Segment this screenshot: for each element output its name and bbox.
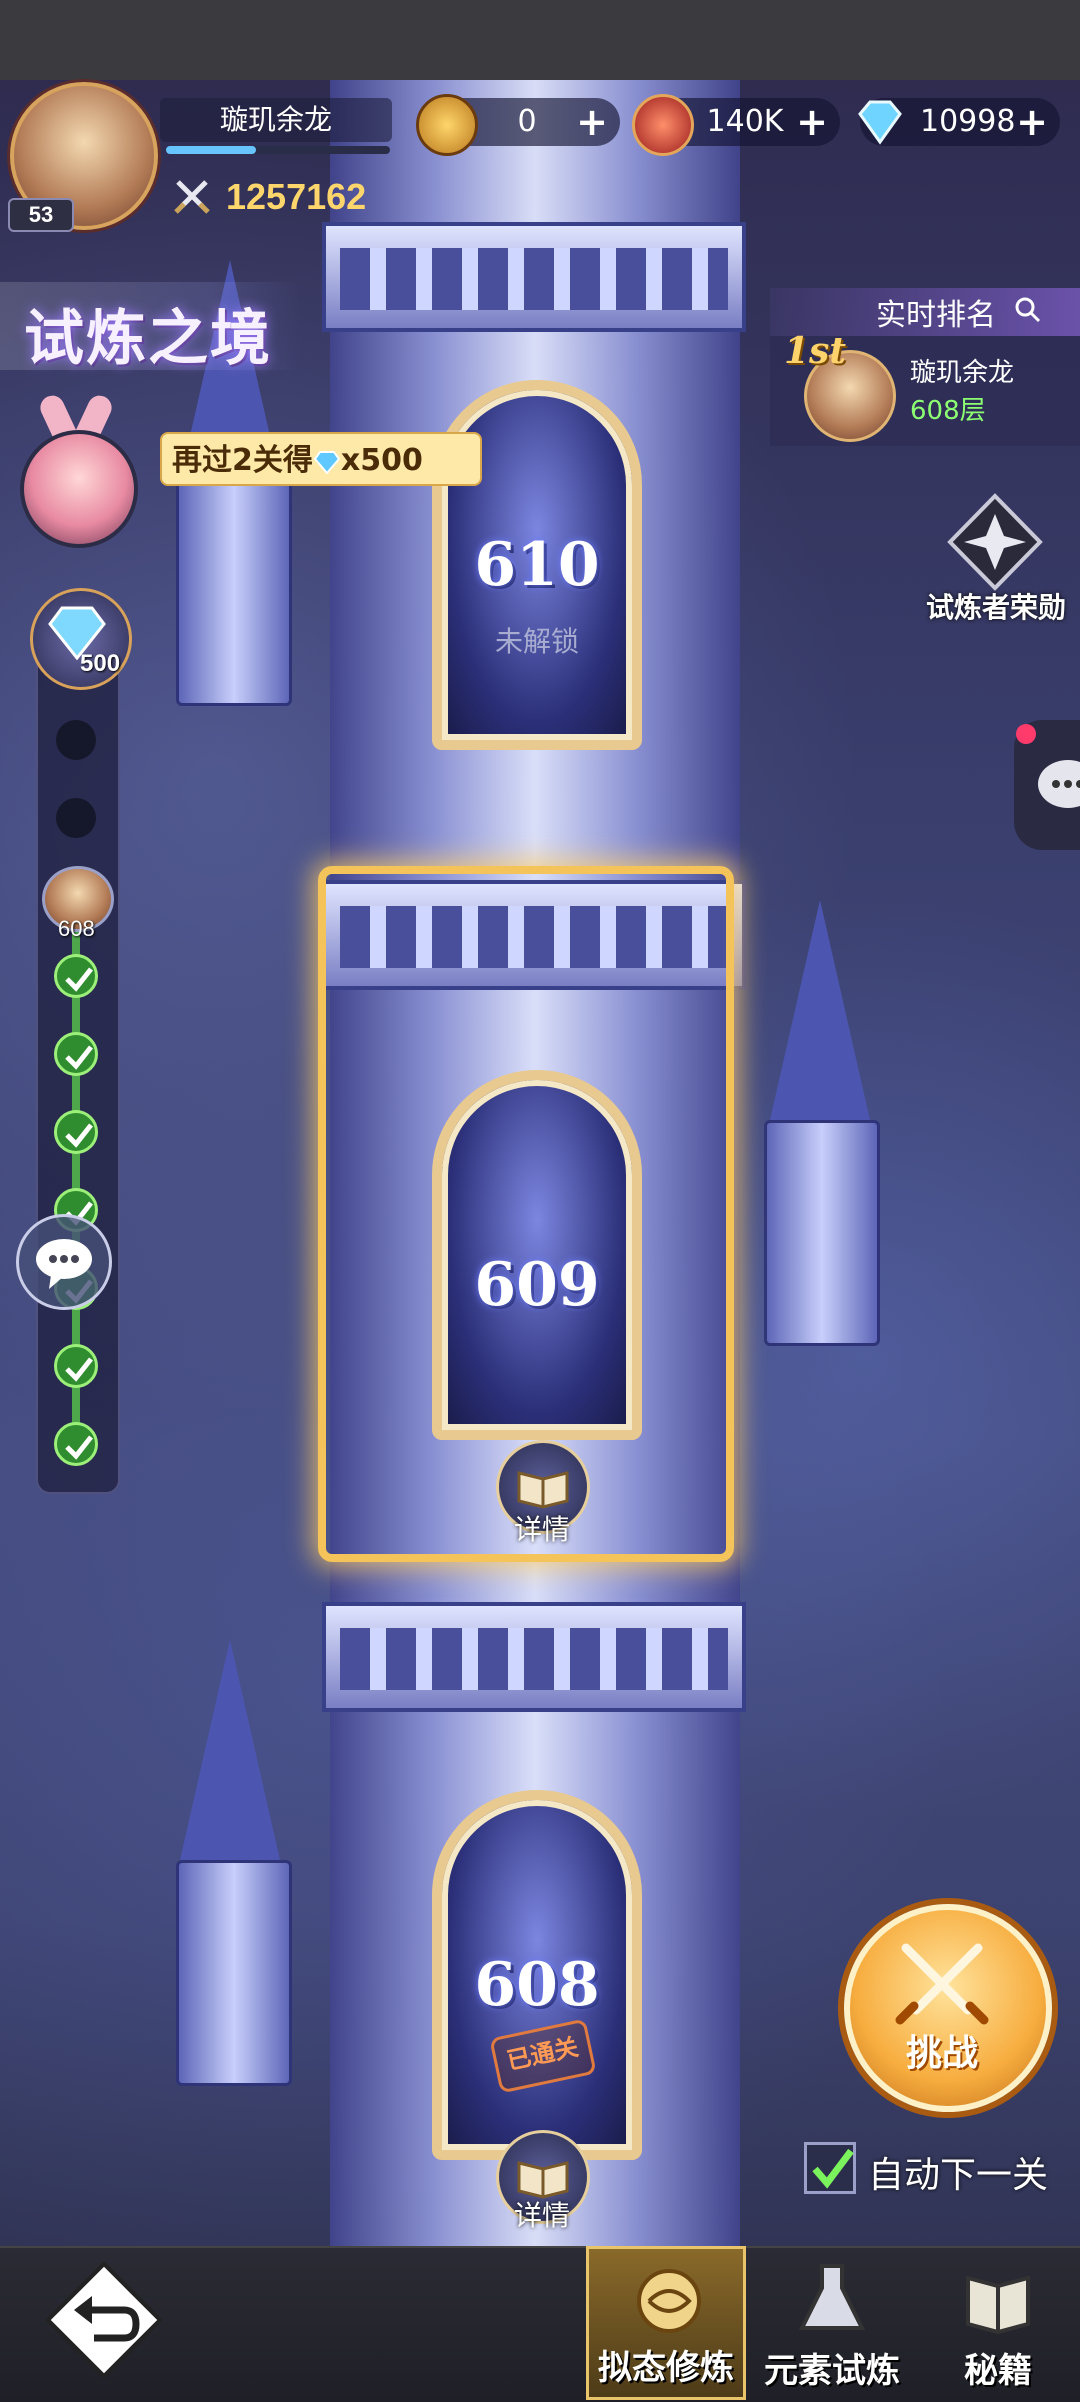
progress-check [54, 1032, 98, 1076]
check-icon [65, 1435, 93, 1460]
tab-label: 元素试炼 [764, 2351, 900, 2391]
progress-check [54, 954, 98, 998]
progress-node-locked [56, 798, 96, 838]
auto-next-checkbox[interactable] [804, 2142, 856, 2194]
floor-status: 未解锁 [494, 625, 579, 658]
detail-label: 详情 [513, 1513, 570, 1546]
player-name: 璇玑余龙 [160, 98, 392, 142]
reward-tip-amount: x500 [340, 443, 423, 478]
progress-node-locked [56, 720, 96, 760]
back-button[interactable] [44, 2260, 164, 2380]
check-icon [65, 1045, 93, 1070]
add-orb-button[interactable]: + [792, 102, 832, 142]
player-level: 53 [8, 198, 74, 232]
swords-icon [174, 180, 210, 214]
xp-bar [166, 146, 390, 154]
right-side-tower [764, 1120, 880, 1346]
diamond-icon [313, 450, 341, 474]
reward-tip: 再过2关得 x500 [160, 432, 482, 486]
progress-check [54, 1110, 98, 1154]
honor-medal-icon[interactable] [940, 492, 1050, 592]
right-spire [770, 900, 870, 1120]
tab-label: 拟态修炼 [598, 2348, 734, 2388]
diamond-icon [858, 100, 902, 145]
progress-check [54, 1344, 98, 1388]
red-orb-icon [632, 94, 694, 156]
npc-avatar[interactable] [20, 430, 138, 548]
notification-dot [1016, 724, 1036, 744]
honor-label[interactable]: 试炼者荣勋 [926, 586, 1066, 626]
balcony-bottom [322, 1602, 746, 1712]
floor-door-608[interactable]: 608 [432, 1790, 642, 2160]
chat-button[interactable] [16, 1214, 112, 1310]
tab-secret-book[interactable]: 秘籍 [918, 2246, 1078, 2400]
tab-label: 秘籍 [964, 2351, 1032, 2391]
check-icon [812, 2148, 854, 2189]
progress-check [54, 1422, 98, 1466]
swirl-icon [637, 2269, 701, 2333]
add-diamond-button[interactable]: + [1012, 102, 1052, 142]
rank-floor: 608层 [910, 396, 986, 426]
crossed-swords-icon [895, 1943, 989, 2025]
progress-current-floor: 608 [58, 916, 95, 941]
currency-value: 0 [517, 104, 537, 139]
currency-value: 10998 [920, 104, 1016, 139]
status-bar [0, 0, 1080, 80]
balcony-top [322, 222, 746, 332]
currency-diamond: 10998 + [858, 98, 1060, 146]
floor-door-609[interactable]: 609 [432, 1070, 642, 1440]
currency-gold: 0 + [416, 94, 620, 156]
rank-player-name: 璇玑余龙 [910, 358, 1015, 388]
add-gold-button[interactable]: + [572, 102, 612, 142]
search-icon[interactable] [1014, 296, 1042, 324]
check-icon [65, 967, 93, 992]
challenge-label[interactable]: 挑战 [844, 2024, 1040, 2076]
detail-label: 详情 [513, 2199, 570, 2232]
reward-tip-text: 再过2关得 [172, 443, 313, 478]
check-icon [65, 1123, 93, 1148]
left-side-tower-top [176, 480, 292, 706]
combat-power: 1257162 [226, 176, 367, 217]
auto-next-label[interactable]: 自动下一关 [868, 2146, 1048, 2198]
currency-value: 140K [706, 104, 784, 139]
tab-mimic-training[interactable]: 拟态修炼 [586, 2246, 746, 2400]
left-spire-bottom [180, 1640, 280, 1860]
xp-fill [166, 146, 256, 154]
page-title: 试炼之境 [24, 304, 272, 374]
tab-element-trial[interactable]: 元素试炼 [752, 2246, 912, 2400]
floor-number: 610 [474, 530, 600, 600]
gold-coin-icon [416, 94, 478, 156]
currency-orb: 140K + [632, 94, 840, 156]
chat-icon [36, 1239, 92, 1289]
flask-icon [798, 2264, 866, 2330]
ranking-title[interactable]: 实时排名 [876, 290, 996, 334]
gem-reward-count: 500 [80, 650, 121, 677]
floor-number: 609 [474, 1250, 600, 1320]
floor-number: 608 [474, 1950, 600, 2020]
rank-place: 1st [784, 330, 846, 372]
left-side-tower-bottom [176, 1860, 292, 2086]
book-icon [966, 2275, 1030, 2335]
check-icon [65, 1357, 93, 1382]
